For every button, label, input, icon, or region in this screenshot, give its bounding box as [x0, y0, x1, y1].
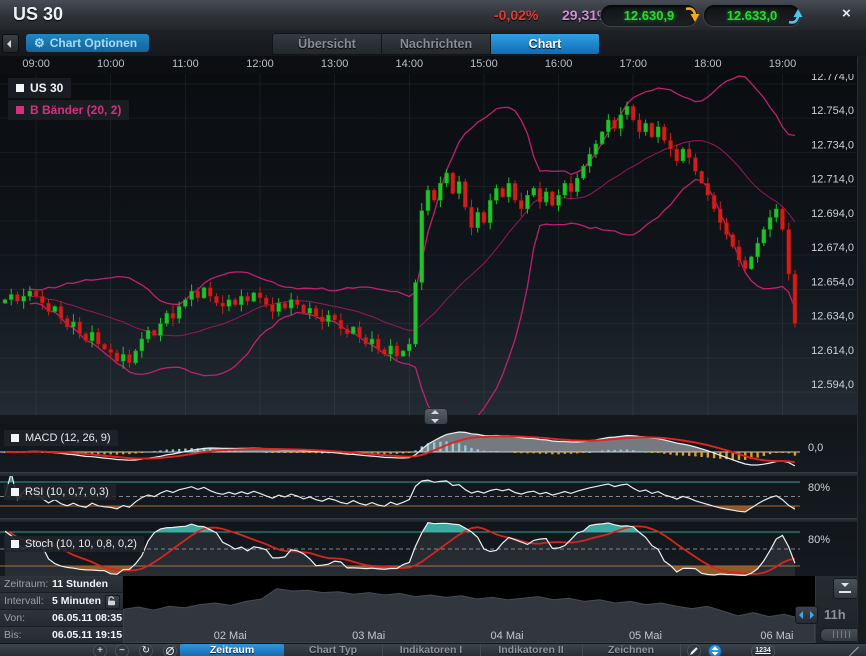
visible-range-label: 11h	[824, 607, 846, 622]
tab-nachrichten[interactable]: Nachrichten	[381, 33, 490, 55]
panel-resize-handle[interactable]	[424, 408, 448, 425]
stoch-legend-chip[interactable]: Stoch (10, 10, 0,8, 0,2)	[4, 536, 144, 552]
macd-swatch-icon	[11, 434, 19, 442]
rsi-legend-chip[interactable]: RSI (10, 0,7, 0,3)	[4, 484, 116, 500]
zoom-out-icon[interactable]: −	[115, 644, 129, 656]
close-icon[interactable]: ×	[842, 5, 851, 22]
draw-pencil-icon[interactable]	[687, 644, 701, 656]
time-tick: 15:00	[470, 58, 498, 70]
zoom-in-icon[interactable]: +	[93, 644, 107, 656]
symbol-title: US 30	[13, 4, 63, 25]
buy-price-button[interactable]: 12.633,0	[703, 4, 801, 27]
legend-series-chip[interactable]: US 30	[8, 78, 71, 98]
stoch-label: Stoch (10, 10, 0,8, 0,2)	[25, 538, 137, 550]
legend-bollinger-chip[interactable]: B Bänder (20, 2)	[8, 100, 129, 120]
macd-axis-label: 0,0	[808, 442, 823, 454]
stoch-swatch-icon	[11, 540, 19, 548]
scroll-to-latest-icon[interactable]	[833, 578, 858, 599]
reset-icon[interactable]	[163, 644, 177, 656]
time-tick: 16:00	[545, 58, 573, 70]
stoch-panel[interactable]: Stoch (10, 10, 0,8, 0,2) 80%	[0, 522, 866, 576]
bottom-tab-zeitraum[interactable]: Zeitraum	[180, 644, 284, 656]
main-chart-area[interactable]: 12.774,0 12.754,0 12.734,0 12.714,0 12.694,0…	[0, 74, 866, 415]
right-scrollbar[interactable]	[857, 56, 866, 643]
time-axis: 09:00 10:00 11:00 12:00 13:00 14:00 15:00 16:00…	[0, 56, 856, 75]
svg-text:12.754,0: 12.754,0	[811, 105, 854, 117]
pan-left-right-icon[interactable]	[795, 606, 818, 624]
macd-legend-chip[interactable]: MACD (12, 26, 9)	[4, 430, 118, 446]
svg-text:12.694,0: 12.694,0	[811, 208, 854, 220]
info-row-bis: Bis: 06.05.11 19:15	[0, 627, 123, 644]
macd-panel[interactable]: MACD (12, 26, 9) 0,0	[0, 424, 866, 472]
svg-text:12.594,0: 12.594,0	[811, 379, 854, 391]
rsi-axis-label: 80%	[808, 482, 830, 494]
arrow-down-icon	[684, 5, 701, 26]
trading-app-window: US 30 -0,02% 29,31% 12.630,9 12.633,0 × …	[0, 0, 866, 656]
time-tick: 09:00	[22, 58, 50, 70]
refresh-icon[interactable]: ↻	[139, 644, 153, 656]
scale-toggle-icon[interactable]	[708, 644, 722, 656]
view-tabs: Übersicht Nachrichten Chart	[272, 33, 600, 53]
ask-price: 12.633,0	[727, 8, 778, 23]
range-info-box: Zeitraum: 11 Stunden Intervall: 5 Minute…	[0, 576, 123, 643]
svg-text:12.734,0: 12.734,0	[811, 139, 854, 151]
resize-grip-icon[interactable]	[846, 645, 860, 656]
legend-series-label: US 30	[30, 81, 63, 95]
bottom-tab-indikatoren-2[interactable]: Indikatoren II	[480, 644, 583, 656]
time-tick: 14:00	[396, 58, 424, 70]
time-tick: 19:00	[769, 58, 797, 70]
time-tick: 12:00	[246, 58, 274, 70]
legend-bollinger-label: B Bänder (20, 2)	[30, 103, 121, 117]
svg-text:12.714,0: 12.714,0	[811, 174, 854, 186]
chart-options-button[interactable]: ⚙Chart Optionen	[26, 34, 149, 52]
bottom-region: Zeitraum: 11 Stunden Intervall: 5 Minute…	[0, 576, 866, 643]
navigator-date-label: 05 Mai	[629, 630, 662, 642]
rsi-label: RSI (10, 0,7, 0,3)	[25, 486, 109, 498]
navigator-date-label: 06 Mai	[760, 630, 793, 642]
navigator-minimap[interactable]: 02 Mai 03 Mai 04 Mai 05 Mai 06 Mai	[123, 576, 815, 643]
macd-label: MACD (12, 26, 9)	[25, 432, 111, 444]
bollinger-swatch-icon	[16, 106, 24, 114]
info-row-zeitraum: Zeitraum: 11 Stunden	[0, 576, 123, 593]
time-tick: 18:00	[694, 58, 722, 70]
stoch-axis-label: 80%	[808, 534, 830, 546]
sell-price-button[interactable]: 12.630,9	[600, 4, 698, 27]
navigator-date-label: 04 Mai	[491, 630, 524, 642]
rsi-canvas	[0, 476, 866, 518]
time-tick: 17:00	[619, 58, 647, 70]
svg-text:12.654,0: 12.654,0	[811, 276, 854, 288]
info-row-von: Von: 06.05.11 08:35	[0, 610, 123, 627]
bottom-tab-chart-typ[interactable]: Chart Typ	[284, 644, 383, 656]
svg-text:12.674,0: 12.674,0	[811, 242, 854, 254]
tab-uebersicht[interactable]: Übersicht	[272, 33, 381, 55]
back-arrow-icon[interactable]	[2, 34, 19, 53]
svg-text:12.634,0: 12.634,0	[811, 311, 854, 323]
info-row-intervall: Intervall: 5 Minuten	[0, 593, 123, 610]
gear-icon: ⚙	[34, 36, 45, 50]
lock-icon[interactable]	[105, 595, 120, 609]
rsi-swatch-icon	[11, 488, 19, 496]
arrow-up-icon	[787, 5, 804, 26]
tab-chart[interactable]: Chart	[490, 33, 600, 55]
series-swatch-icon	[16, 84, 24, 92]
macd-canvas	[0, 424, 866, 472]
rsi-panel[interactable]: RSI (10, 0,7, 0,3) 80%	[0, 476, 866, 518]
navigator-date-label: 02 Mai	[214, 630, 247, 642]
time-tick: 10:00	[97, 58, 125, 70]
change-percent: -0,02%	[494, 7, 538, 23]
svg-text:12.614,0: 12.614,0	[811, 345, 854, 357]
bid-price: 12.630,9	[624, 8, 675, 23]
time-tick: 11:00	[172, 58, 199, 70]
bottom-toolbar: + − ↻ Zeitraum Chart Typ Indikatoren I I…	[0, 643, 866, 656]
svg-text:12.774,0: 12.774,0	[811, 74, 854, 83]
values-display-icon[interactable]: 1234	[751, 645, 775, 656]
time-tick: 13:00	[321, 58, 349, 70]
bottom-tab-zeichnen[interactable]: Zeichnen	[582, 644, 681, 656]
title-bar: US 30 -0,02% 29,31% 12.630,9 12.633,0 ×	[0, 0, 866, 31]
navigator-date-label: 03 Mai	[352, 630, 385, 642]
bottom-tab-indikatoren-1[interactable]: Indikatoren I	[382, 644, 481, 656]
main-chart-canvas: 12.774,0 12.754,0 12.734,0 12.714,0 12.694,0…	[0, 74, 866, 415]
